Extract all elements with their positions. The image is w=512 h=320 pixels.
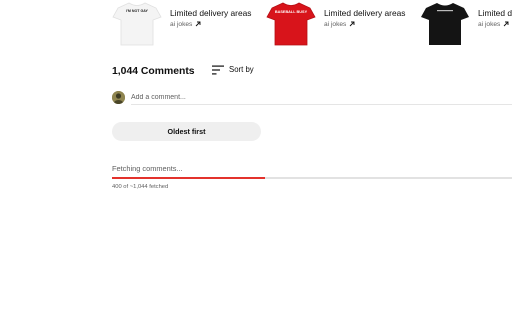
shirt-print-text: BASEBALL BUSY [275,10,308,14]
merch-title: Limited delivery areas [324,8,406,18]
tshirt-image: I'M NOT GAY [112,2,162,46]
merch-seller[interactable]: ai jokes [170,20,251,30]
shirt-print-text: I'M NOT GAY [126,9,148,13]
tshirt-image: BASEBALL BUSY [266,2,316,46]
add-comment-row [112,91,512,107]
open-in-new-icon [350,21,355,27]
comment-count: 1,044 Comments [112,66,195,77]
fetch-status: Fetching comments... [112,164,183,173]
merch-title: Limited delivery areas [170,8,252,18]
fetch-count: 400 of ~1,044 fetched [112,184,169,190]
tshirt-image [420,2,470,46]
open-in-new-icon [196,21,201,27]
open-in-new-icon [504,21,509,27]
avatar [112,91,125,104]
merch-seller[interactable]: ai jokes [478,20,512,30]
merch-title: Limited delivery areas [478,8,512,18]
fetch-progress-fill [112,177,266,179]
sort-icon [212,65,224,75]
sort-by-label: Sort by [229,65,254,74]
oldest-first-button[interactable]: Oldest first [112,122,261,141]
merch-shelf: I'M NOT GAY Limited delivery areas ai jo… [0,0,512,52]
add-comment-input[interactable] [131,91,512,105]
fetch-progress-bar [112,177,512,179]
merch-seller[interactable]: ai jokes [324,20,405,30]
